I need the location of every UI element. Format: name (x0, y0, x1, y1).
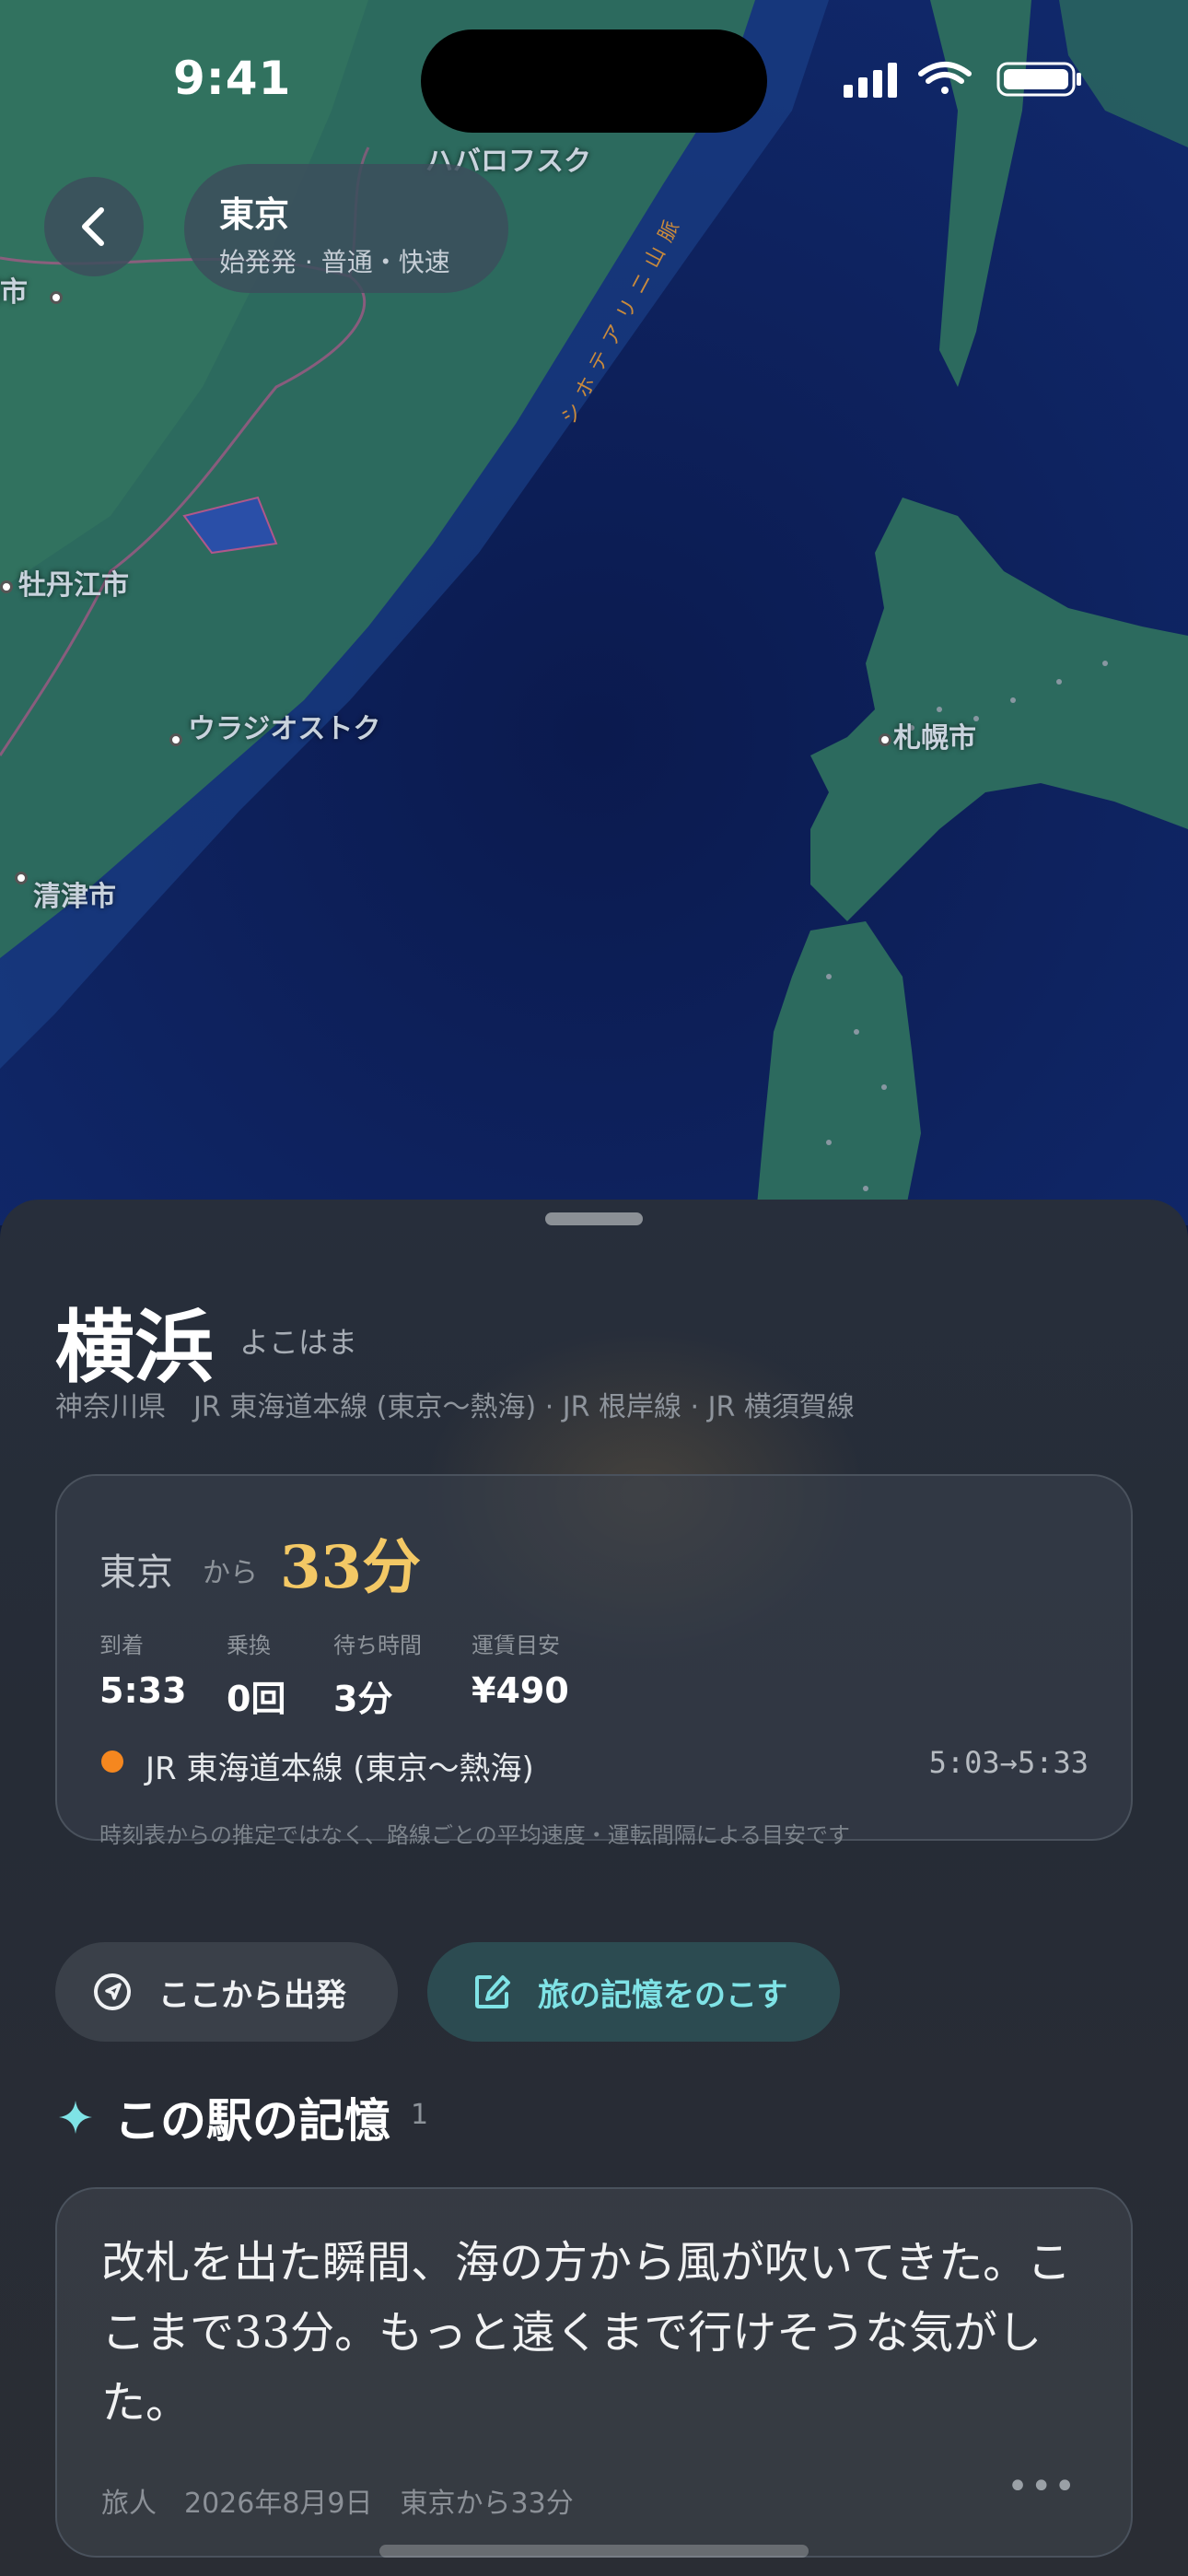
status-icons (844, 61, 1083, 98)
line-times: 5:03→5:33 (928, 1745, 1089, 1780)
home-indicator (379, 2545, 809, 2558)
stat-arrival: 到着 5:33 (99, 1627, 187, 1711)
route-card: 東京 から 33分 到着 5:33 乗換 0回 待ち時間 3分 運賃目安 ¥49… (55, 1474, 1133, 1848)
stat-label: 乗換 (227, 1633, 271, 1658)
sparkle-icon (59, 2101, 92, 2134)
map-terrain (0, 0, 1188, 1225)
map-label-mudanjiang: 牡丹江市 (18, 569, 129, 602)
edit-note-icon (475, 1975, 510, 2008)
more-options-icon[interactable]: ••• (1007, 2465, 1077, 2508)
station-sheet: 横浜 よこはま 神奈川県 JR 東海道本線 (東京〜熱海) · JR 根岸線 ·… (0, 1200, 1188, 2576)
battery-icon (996, 62, 1081, 97)
depart-from-here-button[interactable]: ここから出発 (55, 1942, 398, 2042)
stat-value: 3分 (333, 1679, 393, 1719)
dynamic-island (421, 29, 767, 133)
stat-label: 待ち時間 (333, 1633, 422, 1658)
memory-card[interactable]: 改札を出た瞬間、海の方から風が吹いてきた。ここまで33分。もっと遠くまで行けそう… (55, 2187, 1133, 2558)
map-label-left-city: 岡市 (0, 276, 28, 309)
origin-chip[interactable]: 東京 始発発 · 普通・快速 (184, 164, 508, 293)
navigation-arrow-icon (94, 1973, 131, 2010)
station-kana: よこはま (239, 1325, 358, 1360)
line-color-dot (101, 1751, 123, 1773)
city-dot (15, 872, 28, 884)
memory-button-label: 旅の記憶をのこす (538, 1976, 788, 2014)
cellular-signal-icon (844, 63, 897, 98)
sheet-grabber[interactable] (545, 1212, 643, 1225)
station-name: 横浜 (55, 1301, 214, 1394)
city-dot (169, 733, 182, 746)
memories-title: この駅の記憶 (114, 2093, 390, 2148)
chevron-left-icon (82, 207, 104, 246)
stat-label: 到着 (99, 1633, 144, 1658)
origin-name: 東京 (219, 194, 290, 235)
memories-count: 1 (411, 2099, 429, 2131)
stat-label: 運賃目安 (472, 1633, 560, 1658)
route-duration: 33分 (280, 1533, 422, 1602)
stat-fare: 運賃目安 ¥490 (472, 1627, 569, 1711)
memory-text: 改札を出た瞬間、海の方から風が吹いてきた。ここまで33分。もっと遠くまで行けそう… (101, 2237, 1072, 2429)
route-note: 時刻表からの推定ではなく、路線ごとの平均速度・運転間隔による目安です (99, 1822, 851, 1848)
stat-value: 5:33 (99, 1670, 187, 1711)
stat-wait-time: 待ち時間 3分 (333, 1627, 422, 1721)
wifi-icon (918, 62, 972, 94)
route-from-suffix: から (203, 1557, 258, 1589)
city-dot (50, 291, 63, 304)
stat-value: ¥490 (472, 1670, 569, 1711)
memory-meta: 旅人 2026年8月9日 東京から33分 (101, 2488, 574, 2520)
city-dot (879, 733, 891, 746)
depart-button-label: ここから出発 (158, 1976, 346, 2014)
map-label-vladivostok: ウラジオストク (188, 713, 381, 745)
map-view[interactable]: ハバロフスク 岡市 牡丹江市 ウラジオストク 清津市 札幌市 シホテアリニ山脈 (0, 0, 1188, 1225)
leave-memory-button[interactable]: 旅の記憶をのこす (427, 1942, 840, 2042)
city-dot (0, 580, 13, 593)
map-label-chongjin: 清津市 (33, 881, 116, 913)
line-name: JR 東海道本線 (東京〜熱海) (146, 1751, 534, 1787)
stat-transfers: 乗換 0回 (227, 1627, 285, 1721)
route-from: 東京 (99, 1551, 173, 1594)
origin-subtitle: 始発発 · 普通・快速 (219, 247, 450, 277)
station-lines: 神奈川県 JR 東海道本線 (東京〜熱海) · JR 根岸線 · JR 横須賀線 (55, 1391, 855, 1423)
stat-value: 0回 (227, 1679, 286, 1719)
map-label-sapporo: 札幌市 (893, 722, 976, 755)
status-time: 9:41 (173, 52, 292, 105)
back-button[interactable] (44, 177, 144, 276)
